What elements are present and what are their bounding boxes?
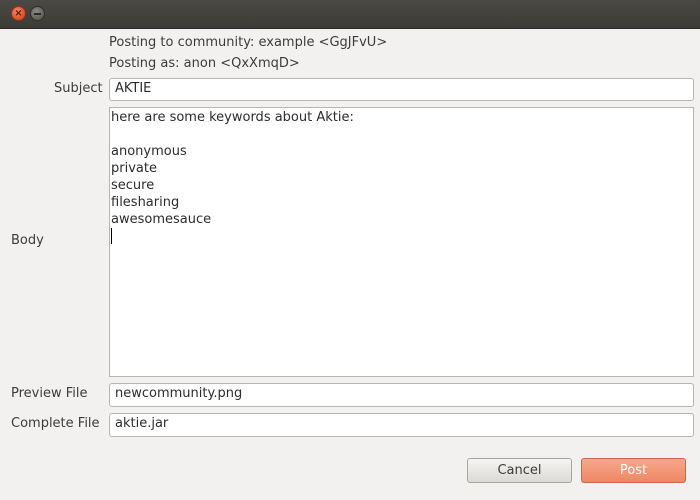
- preview-file-label: Preview File: [11, 386, 88, 401]
- body-label: Body: [11, 233, 44, 248]
- subject-label: Subject: [54, 81, 103, 96]
- body-text-line: private: [111, 161, 157, 176]
- complete-file-label: Complete File: [11, 416, 100, 431]
- body-text-line: awesomesauce: [111, 212, 212, 227]
- cancel-button[interactable]: Cancel: [467, 458, 572, 483]
- body-text-line: anonymous: [111, 144, 187, 159]
- body-text-line: here are some keywords about Aktie:: [111, 110, 354, 125]
- minimize-icon[interactable]: [30, 6, 45, 21]
- title-bar: ×: [0, 0, 700, 29]
- body-text-line: filesharing: [111, 195, 180, 210]
- subject-field[interactable]: AKTIE: [109, 78, 694, 101]
- post-button[interactable]: Post: [581, 458, 686, 483]
- minimize-bar: [34, 12, 41, 15]
- community-info: Posting to community: example <GgJFvU>: [109, 35, 388, 50]
- body-textarea[interactable]: here are some keywords about Aktie: anon…: [109, 107, 694, 377]
- complete-file-field[interactable]: aktie.jar: [109, 413, 694, 437]
- identity-info: Posting as: anon <QxXmqD>: [109, 56, 300, 71]
- close-icon[interactable]: ×: [11, 6, 26, 21]
- new-post-dialog: × Posting to community: example <GgJFvU>…: [0, 0, 700, 500]
- text-caret: [111, 228, 112, 244]
- body-text-line: secure: [111, 178, 155, 193]
- preview-file-field[interactable]: newcommunity.png: [109, 383, 694, 407]
- body-text-line: [111, 228, 692, 245]
- body-text-line: [111, 126, 692, 143]
